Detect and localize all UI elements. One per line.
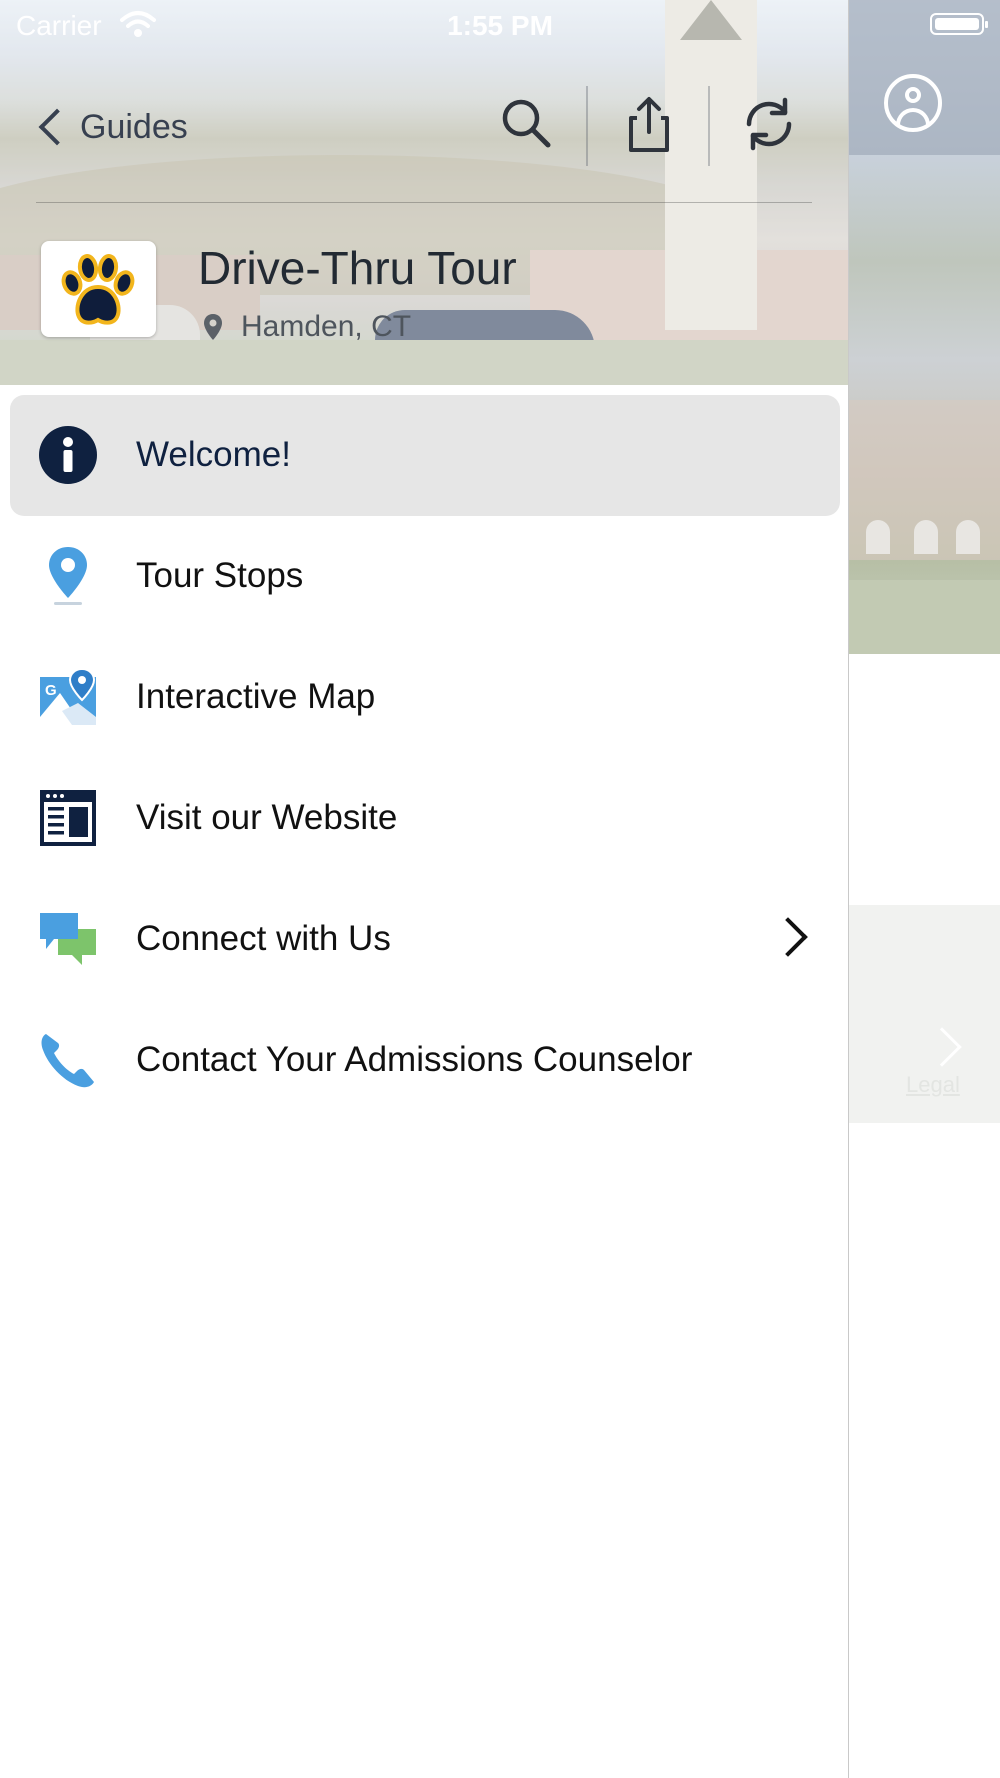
menu-item-label: Tour Stops [136,556,304,595]
paw-icon [61,254,135,325]
nav-divider [36,202,812,203]
guide-title: Drive-Thru Tour [198,242,517,294]
chevron-left-icon [38,108,76,146]
guide-location: Hamden, CT [203,310,411,344]
search-icon[interactable] [496,94,556,154]
share-icon[interactable] [619,94,679,154]
guide-menu: Welcome! Tour Stops G Interactive Map Vi… [0,395,848,1121]
user-circle-icon[interactable] [884,74,942,132]
guide-logo [41,241,156,337]
back-button-label: Guides [80,107,188,146]
menu-item-contact-counselor[interactable]: Contact Your Admissions Counselor [0,1000,848,1121]
refresh-icon[interactable] [739,94,799,154]
navigation-bar: Guides [0,80,848,203]
chevron-right-icon [768,917,808,957]
nav-separator [708,86,710,166]
map-icon: G [40,667,96,725]
location-pin-icon [49,547,87,605]
menu-item-welcome[interactable]: Welcome! [0,395,848,516]
menu-item-interactive-map[interactable]: G Interactive Map [0,637,848,758]
status-bar: Carrier 1:55 PM [0,0,1000,50]
legal-link[interactable]: Legal [906,1072,960,1098]
menu-item-label: Welcome! [136,435,291,474]
chat-icon [40,913,96,965]
menu-item-website[interactable]: Visit our Website [0,758,848,879]
svg-text:G: G [45,682,57,699]
menu-item-label: Visit our Website [136,798,398,837]
back-button[interactable]: Guides [36,102,188,152]
side-drawer: Guides Drive-Thru Tour Hamden, CT Welcom… [0,0,849,1778]
background-screen: Legal [848,0,1000,1778]
info-icon [39,426,97,484]
menu-item-connect[interactable]: Connect with Us [0,879,848,1000]
nav-separator [586,86,588,166]
guide-location-text: Hamden, CT [241,310,412,343]
location-pin-icon [204,314,222,340]
chevron-right-icon [922,1027,962,1067]
menu-item-label: Contact Your Admissions Counselor [136,1040,693,1079]
menu-item-tour-stops[interactable]: Tour Stops [0,516,848,637]
phone-icon [41,1034,94,1088]
website-icon [40,790,96,846]
clock: 1:55 PM [447,10,553,41]
menu-item-label: Interactive Map [136,677,376,716]
menu-item-label: Connect with Us [136,919,391,958]
